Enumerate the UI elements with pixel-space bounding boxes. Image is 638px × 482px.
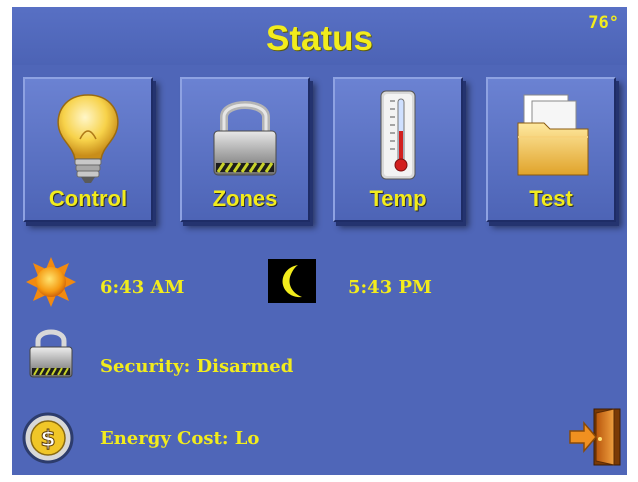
thermometer-icon <box>380 90 416 180</box>
test-label: Test <box>529 186 573 211</box>
temperature-readout: 76° <box>588 13 619 33</box>
lightbulb-icon <box>57 94 119 183</box>
page-title: Status <box>266 19 373 58</box>
exit-door-icon[interactable] <box>568 405 624 467</box>
status-screen: Status 76° Control Zones Temp Test 6:43 … <box>12 7 627 475</box>
zones-button[interactable]: Zones <box>180 77 310 222</box>
security-lock-icon <box>29 329 73 378</box>
sun-icon <box>26 257 76 307</box>
padlock-icon <box>213 101 277 176</box>
test-button[interactable]: Test <box>486 77 616 222</box>
moon-icon <box>268 259 316 303</box>
dollar-coin-icon: $ <box>22 412 74 464</box>
svg-text:$: $ <box>40 427 55 452</box>
folder-icon <box>517 94 589 176</box>
control-label: Control <box>48 186 128 211</box>
control-button[interactable]: Control <box>23 77 153 222</box>
energy-cost: Energy Cost: Lo <box>100 428 260 449</box>
sunrise-time: 6:43 AM <box>100 277 185 298</box>
sunset-time: 5:43 PM <box>348 277 432 298</box>
security-status: Security: Disarmed <box>100 356 294 377</box>
temp-button[interactable]: Temp <box>333 77 463 222</box>
temp-label: Temp <box>369 186 427 211</box>
zones-label: Zones <box>212 186 278 211</box>
